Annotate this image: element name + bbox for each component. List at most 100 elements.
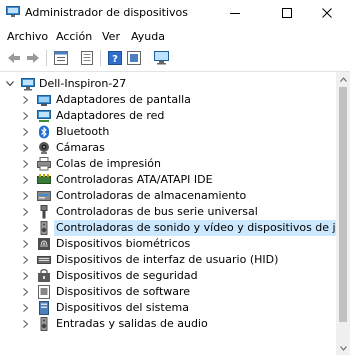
forward-arrow-icon xyxy=(27,53,39,63)
chevron-right-icon[interactable] xyxy=(21,206,31,218)
svg-text:?: ? xyxy=(112,54,118,65)
computer-icon xyxy=(21,78,35,91)
menu-ver[interactable]: Ver xyxy=(102,30,120,43)
help-icon: ? xyxy=(108,51,122,65)
tree-root-label: Dell-Inspiron-27 xyxy=(39,77,127,90)
display-adapter-icon xyxy=(37,95,51,106)
menu-ayuda[interactable]: Ayuda xyxy=(131,30,165,43)
system-device-icon xyxy=(39,301,49,315)
tree-item-label: Dispositivos del sistema xyxy=(56,301,189,314)
tree-item[interactable]: Controladoras de sonido y vídeo y dispos… xyxy=(0,220,336,236)
tree-item[interactable]: Entradas y salidas de audio xyxy=(0,316,336,332)
chevron-right-icon[interactable] xyxy=(21,94,31,106)
security-device-icon xyxy=(38,269,50,282)
device-manager-icon xyxy=(6,6,20,17)
chevron-right-icon[interactable] xyxy=(21,286,31,298)
chevron-right-icon[interactable] xyxy=(21,254,31,266)
tree-item-label: Bluetooth xyxy=(56,125,110,138)
back-button[interactable] xyxy=(5,49,23,67)
ide-controller-icon xyxy=(37,174,51,184)
tree-item[interactable]: Bluetooth xyxy=(0,124,336,140)
minimize-icon xyxy=(230,13,240,14)
chevron-right-icon[interactable] xyxy=(21,318,31,330)
camera-icon xyxy=(39,142,49,154)
chevron-right-icon[interactable] xyxy=(21,222,31,234)
tree-item[interactable]: Controladoras de almacenamiento xyxy=(0,188,336,204)
tree-item-label: Controladoras ATA/ATAPI IDE xyxy=(56,173,213,186)
software-device-icon xyxy=(38,285,50,299)
chevron-up-icon xyxy=(339,76,347,82)
chevron-right-icon[interactable] xyxy=(21,110,31,122)
tree-item[interactable]: Controladoras ATA/ATAPI IDE xyxy=(0,172,336,188)
chevron-right-icon[interactable] xyxy=(21,190,31,202)
scan-hardware-button[interactable] xyxy=(153,49,171,67)
bluetooth-icon xyxy=(39,125,49,139)
chevron-right-icon[interactable] xyxy=(21,142,31,154)
speaker-icon xyxy=(40,221,48,235)
chevron-down-icon[interactable] xyxy=(5,78,15,90)
tree-item[interactable]: Cámaras xyxy=(0,140,336,156)
tree-item[interactable]: Adaptadores de pantalla xyxy=(0,92,336,108)
chevron-right-icon[interactable] xyxy=(21,158,31,170)
hid-icon xyxy=(37,256,51,264)
menu-accion[interactable]: Acción xyxy=(56,30,92,43)
properties-button[interactable] xyxy=(52,49,70,67)
chevron-down-icon xyxy=(339,345,347,351)
tree-item[interactable]: Dispositivos de software xyxy=(0,284,336,300)
scroll-up-arrow[interactable] xyxy=(336,72,350,86)
network-adapter-icon xyxy=(37,110,51,122)
title-bar: Administrador de dispositivos xyxy=(0,0,350,26)
window-title: Administrador de dispositivos xyxy=(25,6,189,19)
scroll-thumb[interactable] xyxy=(339,87,347,322)
minimize-button[interactable] xyxy=(212,0,258,26)
toolbar: ? xyxy=(0,45,350,72)
menu-bar: Archivo Acción Ver Ayuda xyxy=(0,26,350,45)
chevron-right-icon[interactable] xyxy=(21,174,31,186)
maximize-icon xyxy=(282,8,292,18)
printer-icon xyxy=(37,157,51,171)
storage-controller-icon xyxy=(37,191,51,201)
scroll-down-arrow[interactable] xyxy=(336,341,350,355)
tree-item[interactable]: Dispositivos de interfaz de usuario (HID… xyxy=(0,252,336,268)
menu-archivo[interactable]: Archivo xyxy=(7,30,48,43)
tree-item-label: Dispositivos de interfaz de usuario (HID… xyxy=(56,253,279,266)
tree-item-label: Controladoras de almacenamiento xyxy=(56,189,247,202)
tree-item[interactable]: Dispositivos biométricos xyxy=(0,236,336,252)
tree-item-label: Dispositivos biométricos xyxy=(56,237,191,250)
forward-button[interactable] xyxy=(24,49,42,67)
tree-item-label: Controladoras de sonido y vídeo y dispos… xyxy=(54,220,336,236)
tree-item-label: Controladoras de bus serie universal xyxy=(56,205,258,218)
update-driver-icon xyxy=(127,51,141,65)
toolbar-separator xyxy=(100,50,101,66)
properties-icon xyxy=(54,51,68,65)
help-button[interactable]: ? xyxy=(106,49,124,67)
update-driver-button[interactable] xyxy=(125,49,143,67)
chevron-right-icon[interactable] xyxy=(21,270,31,282)
tree-item[interactable]: Colas de impresión xyxy=(0,156,336,172)
chevron-right-icon[interactable] xyxy=(21,126,31,138)
tree-item-label: Dispositivos de seguridad xyxy=(56,269,198,282)
tree-item[interactable]: Dispositivos de seguridad xyxy=(0,268,336,284)
close-button[interactable] xyxy=(304,0,350,26)
tree-item[interactable]: Adaptadores de red xyxy=(0,108,336,124)
tree-item-label: Colas de impresión xyxy=(56,157,161,170)
show-hidden-button[interactable] xyxy=(78,49,96,67)
tree-item-label: Entradas y salidas de audio xyxy=(56,317,208,330)
tree-item-label: Adaptadores de pantalla xyxy=(56,93,191,106)
tree-item-label: Cámaras xyxy=(56,141,105,154)
tree-root[interactable]: Dell-Inspiron-27 xyxy=(0,76,336,92)
biometric-icon xyxy=(38,238,50,250)
close-icon xyxy=(322,8,332,18)
tree-item[interactable]: Dispositivos del sistema xyxy=(0,300,336,316)
chevron-right-icon[interactable] xyxy=(21,302,31,314)
show-hidden-icon xyxy=(81,51,93,65)
vertical-scrollbar[interactable] xyxy=(336,72,350,355)
scan-hardware-icon xyxy=(154,51,169,65)
tree-item[interactable]: Controladoras de bus serie universal xyxy=(0,204,336,220)
back-arrow-icon xyxy=(8,53,20,63)
usb-icon xyxy=(40,205,48,219)
device-tree: Dell-Inspiron-27 Adaptadores de pantalla… xyxy=(0,72,336,355)
chevron-right-icon[interactable] xyxy=(21,238,31,250)
audio-io-icon xyxy=(40,317,48,331)
tree-item-label: Adaptadores de red xyxy=(56,109,165,122)
